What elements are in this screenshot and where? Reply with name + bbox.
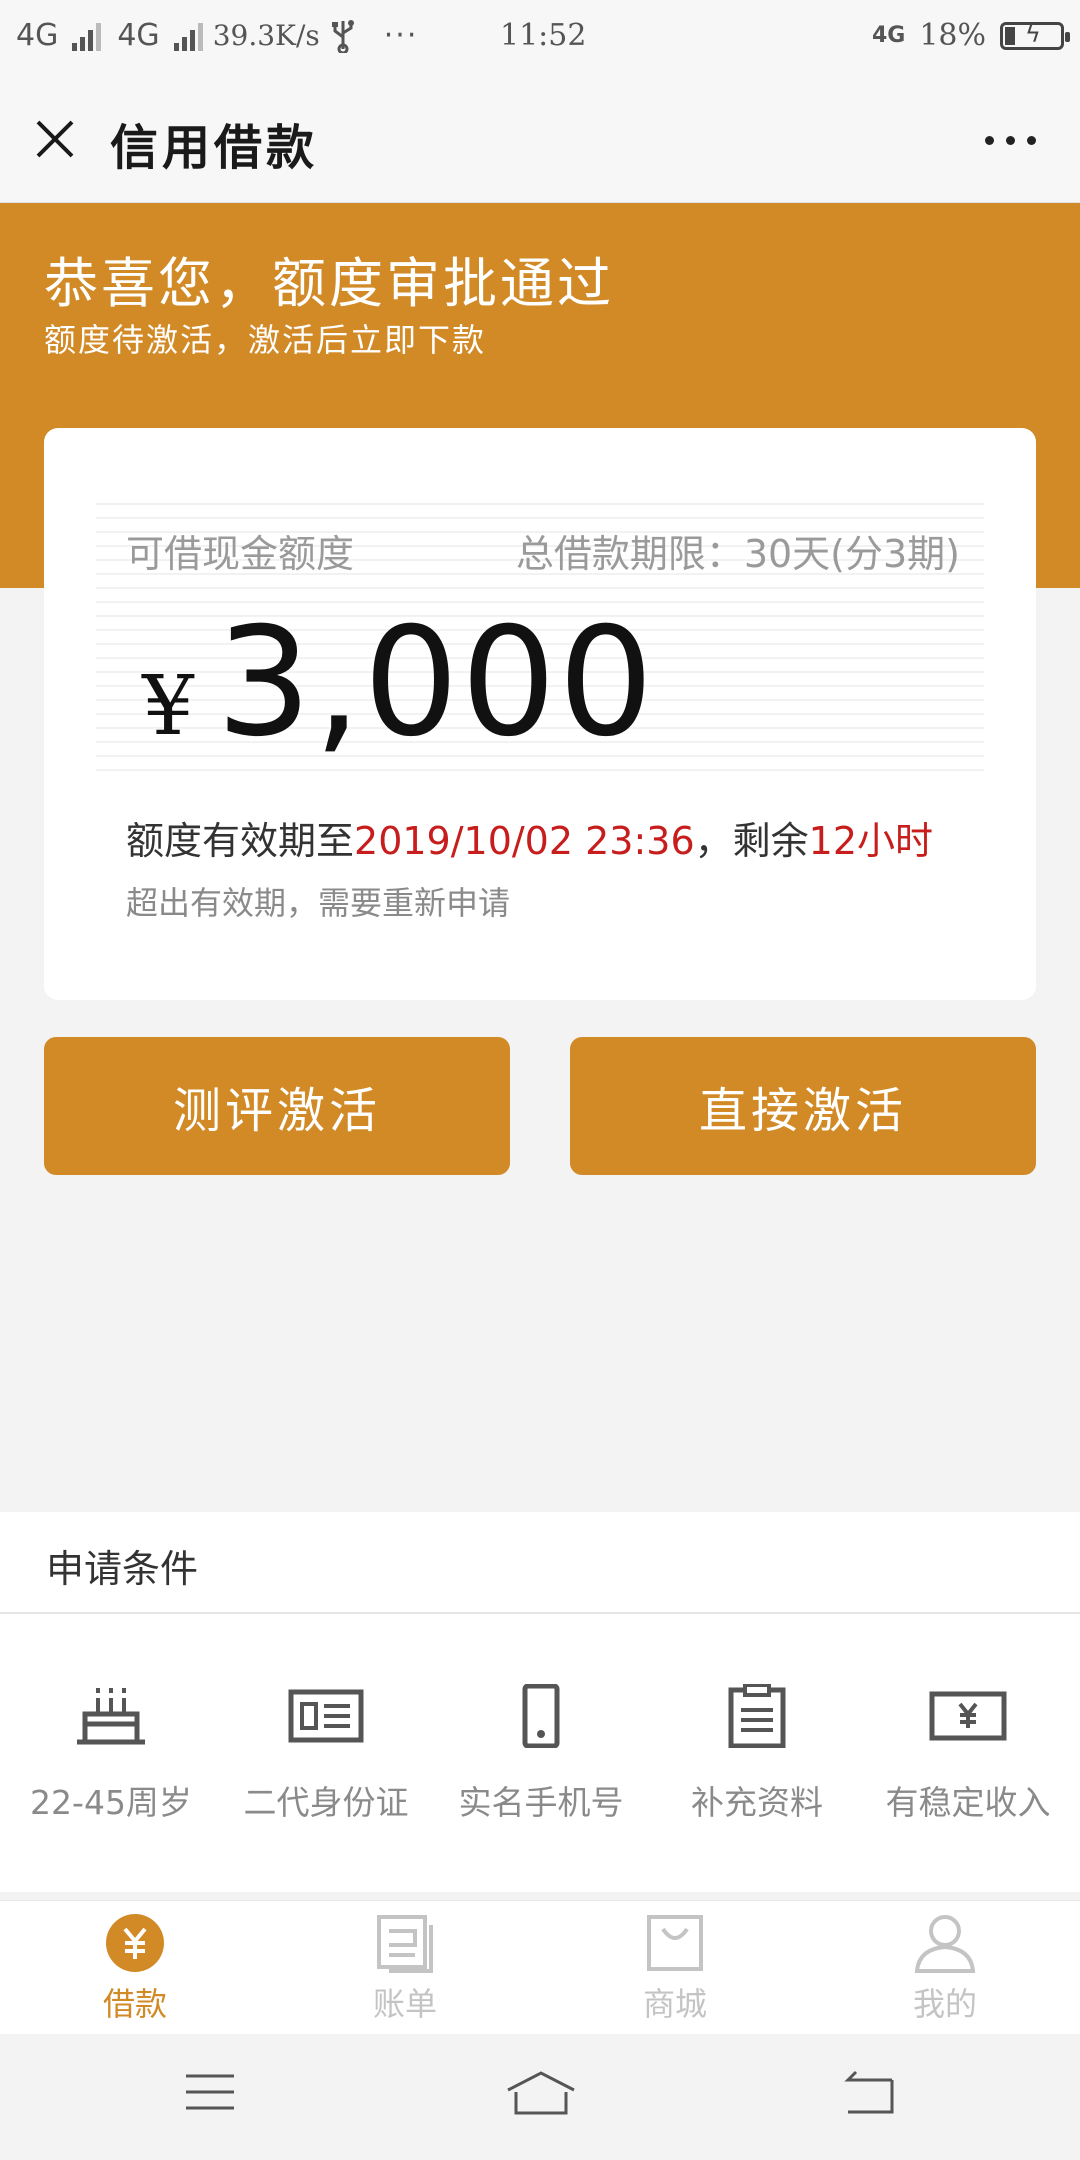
- usb-icon: [331, 19, 354, 53]
- clipboard-icon: [728, 1684, 786, 1748]
- condition-id-card: 二代身份证: [218, 1684, 434, 1824]
- person-icon: [914, 1915, 976, 1973]
- network-type-right: 4G: [871, 23, 906, 48]
- page-title: 信用借款: [110, 120, 319, 176]
- bill-icon: [377, 1915, 433, 1973]
- conditions-header: 申请条件: [0, 1512, 1080, 1614]
- network-type-1: 4G: [16, 18, 59, 53]
- tab-label: 借款: [102, 1985, 167, 2023]
- birthday-cake-icon: [77, 1688, 145, 1745]
- validity-remaining: 12小时: [808, 819, 933, 863]
- condition-label: 有稳定收入: [885, 1783, 1051, 1822]
- tab-mine[interactable]: 我的: [810, 1911, 1080, 2025]
- validity-note: 超出有效期，需要重新申请: [126, 884, 511, 922]
- more-icon[interactable]: [985, 136, 1036, 145]
- battery-icon: ϟ: [1000, 20, 1070, 50]
- limit-amount: ¥ 3,000: [142, 596, 656, 770]
- currency-symbol: ¥: [142, 659, 195, 754]
- validity-prefix: 额度有效期至: [126, 819, 355, 863]
- condition-label: 补充资料: [691, 1783, 823, 1822]
- cash-limit-label: 可借现金额度: [126, 532, 355, 576]
- notification-overflow: ···: [383, 18, 419, 53]
- menu-icon[interactable]: [184, 2070, 236, 2114]
- home-icon[interactable]: [505, 2070, 577, 2116]
- system-nav-bar: [0, 2034, 1080, 2160]
- direct-activate-button[interactable]: 直接激活: [570, 1037, 1036, 1175]
- condition-income: 有稳定收入: [860, 1684, 1076, 1824]
- amount-value: 3,000: [216, 596, 656, 770]
- condition-age: 22-45周岁: [3, 1684, 219, 1824]
- shopping-bag-icon: [647, 1915, 703, 1971]
- validity-mid: ，剩余: [694, 819, 809, 863]
- conditions-list: 22-45周岁 二代身份证 实名手机号 补充资料 有稳定收入: [0, 1614, 1080, 1892]
- tab-label: 我的: [912, 1985, 977, 2023]
- credit-limit-card: 可借现金额度 总借款期限：30天(分3期) ¥ 3,000 额度有效期至2019…: [44, 428, 1036, 1000]
- title-bar: 信用借款: [0, 78, 1080, 203]
- conditions-title: 申请条件: [46, 1547, 199, 1591]
- network-speed: 39.3K/s: [212, 19, 320, 52]
- condition-label: 22-45周岁: [30, 1783, 192, 1822]
- condition-phone: 实名手机号: [433, 1684, 649, 1824]
- loan-term-label: 总借款期限：30天(分3期): [515, 532, 960, 576]
- tab-mall[interactable]: 商城: [540, 1911, 810, 2025]
- signal-icon-2: [173, 21, 203, 51]
- network-type-2: 4G: [117, 18, 160, 53]
- approval-subtitle: 额度待激活，激活后立即下款: [44, 321, 487, 359]
- validity-text: 额度有效期至2019/10/02 23:36，剩余12小时: [126, 810, 933, 865]
- bottom-tab-bar: 借款 账单 商城 我的: [0, 1900, 1080, 2035]
- id-card-icon: [288, 1689, 364, 1743]
- signal-icon: [72, 21, 102, 51]
- validity-date: 2019/10/02 23:36: [354, 819, 695, 863]
- yuan-coin-icon: [106, 1914, 164, 1972]
- back-icon[interactable]: [842, 2070, 896, 2116]
- tab-label: 商城: [642, 1985, 707, 2023]
- battery-level: 18%: [919, 18, 986, 53]
- eval-activate-button[interactable]: 测评激活: [44, 1037, 510, 1175]
- condition-label: 二代身份证: [243, 1783, 409, 1822]
- tab-label: 账单: [372, 1985, 437, 2023]
- banknote-icon: [929, 1691, 1007, 1741]
- phone-icon: [522, 1684, 560, 1748]
- tab-bill[interactable]: 账单: [270, 1911, 540, 2025]
- condition-label: 实名手机号: [458, 1783, 624, 1822]
- close-icon[interactable]: [32, 116, 78, 162]
- clock: 11:52: [500, 18, 587, 53]
- tab-loan[interactable]: 借款: [0, 1911, 270, 2025]
- status-bar: 4G 4G 39.3K/s ··· 11:52 4G 18% ϟ: [0, 0, 1080, 78]
- approval-title: 恭喜您，额度审批通过: [44, 252, 614, 315]
- condition-materials: 补充资料: [649, 1684, 865, 1824]
